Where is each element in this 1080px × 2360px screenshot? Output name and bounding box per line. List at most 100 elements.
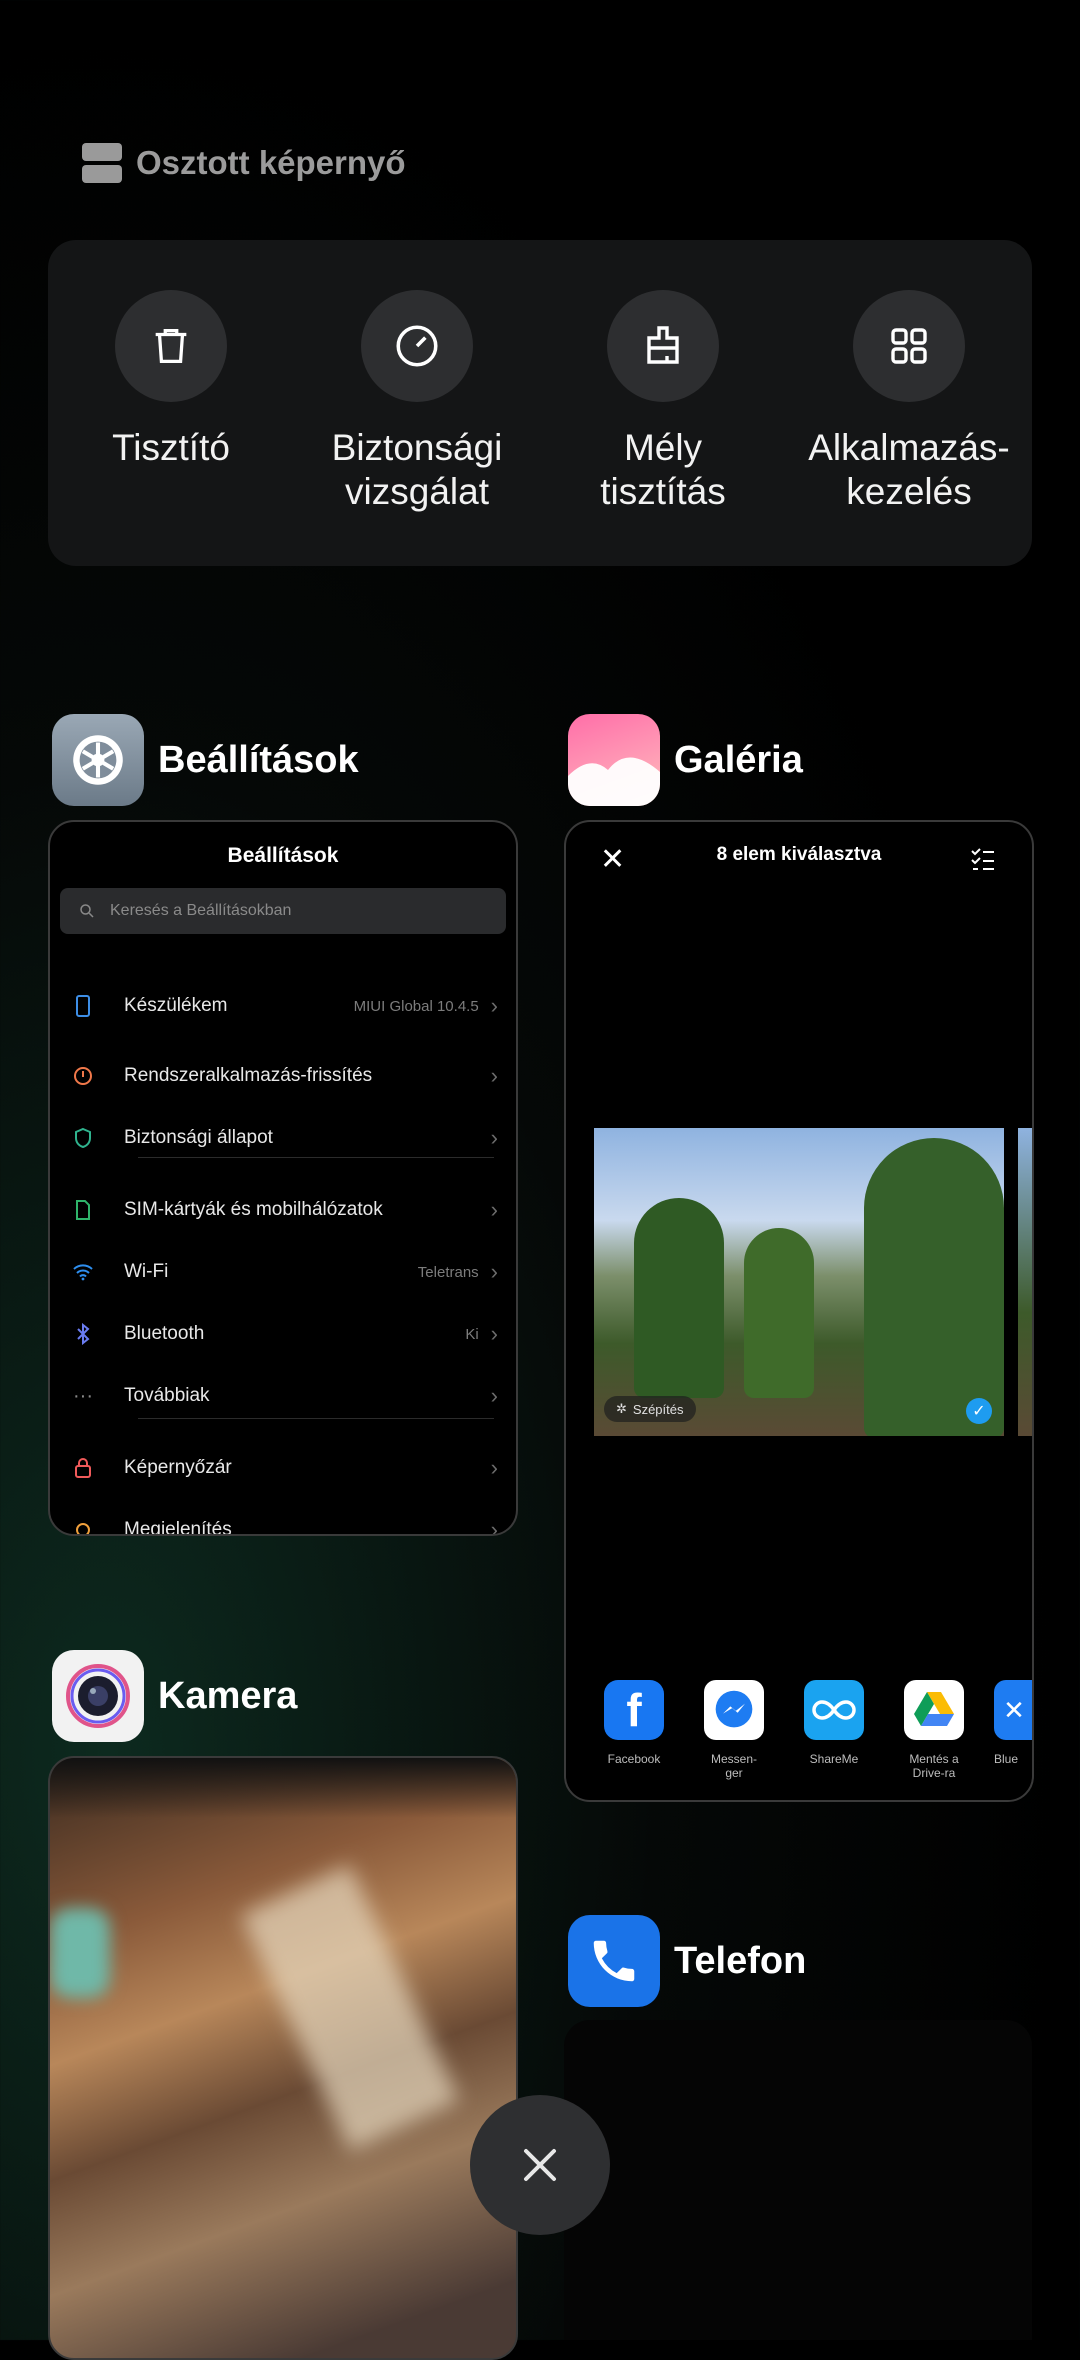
shareme-icon — [804, 1680, 864, 1740]
select-all-icon[interactable] — [970, 846, 996, 877]
chevron-right-icon: › — [490, 1517, 498, 1536]
row-label: Képernyőzár — [124, 1457, 232, 1478]
split-screen-label: Osztott képernyő — [136, 144, 406, 181]
recent-app-camera-header[interactable]: Kamera — [52, 1650, 297, 1742]
app-name: Kamera — [158, 1674, 298, 1717]
badge-label: Szépítés — [632, 1401, 684, 1417]
row-label: Készülékem — [124, 995, 228, 1016]
row-label: Rendszeralkalmazás-frissítés — [124, 1065, 373, 1086]
settings-gear-icon — [52, 714, 144, 806]
recent-app-gallery-header[interactable]: Galéria — [568, 714, 803, 806]
shield-icon — [68, 1127, 98, 1149]
share-bluetooth[interactable]: ✕ Blue — [994, 1680, 1032, 1766]
tree-shape — [744, 1228, 814, 1398]
row-value: Teletrans — [417, 1263, 479, 1281]
settings-row-sim[interactable]: SIM-kártyák és mobilhálózatok › — [50, 1190, 516, 1230]
tool-label: Mély tisztítás — [600, 427, 726, 512]
google-drive-icon — [904, 1680, 964, 1740]
tool-label: Alkalmazás- kezelés — [808, 427, 1010, 512]
divider — [138, 1157, 494, 1158]
tree-shape — [864, 1138, 1004, 1436]
phone-icon — [68, 995, 98, 1017]
tool-deep-clean[interactable]: Mély tisztítás — [540, 290, 786, 514]
tool-app-manager[interactable]: Alkalmazás- kezelés — [786, 290, 1032, 514]
gallery-preview-card[interactable]: ✕ 8 elem kiválasztva ✲ Szépítés ✓ f Faceb… — [564, 820, 1034, 1802]
settings-row-wifi[interactable]: Wi-Fi Teletrans › — [50, 1252, 516, 1292]
next-photo-peek[interactable] — [1018, 1128, 1032, 1436]
tree-shape — [634, 1198, 724, 1398]
more-dots-icon: ··· — [73, 1384, 93, 1407]
security-scan-icon — [361, 290, 473, 402]
camera-preview-card[interactable] — [48, 1756, 518, 2360]
settings-preview-card[interactable]: Beállítások Keresés a Beállításokban Kés… — [48, 820, 518, 1536]
share-messenger[interactable]: Messen- ger — [694, 1680, 774, 1780]
share-shareme[interactable]: ShareMe — [794, 1680, 874, 1766]
chevron-right-icon: › — [490, 1063, 498, 1088]
row-value: Ki — [465, 1325, 479, 1343]
recent-app-phone-header[interactable]: Telefon — [568, 1915, 806, 2007]
tool-cleaner[interactable]: Tisztító — [48, 290, 294, 470]
quick-tools-panel: Tisztító Biztonsági vizsgálat Mély tiszt… — [48, 240, 1032, 566]
camera-lens-icon — [52, 1650, 144, 1742]
share-label: Facebook — [607, 1752, 661, 1766]
lock-icon — [68, 1457, 98, 1479]
app-manager-icon — [853, 290, 965, 402]
row-label: Továbbiak — [124, 1385, 210, 1406]
selected-photo[interactable]: ✲ Szépítés ✓ — [594, 1128, 1004, 1436]
bluetooth-icon — [68, 1323, 98, 1345]
clear-all-button[interactable] — [470, 2095, 610, 2235]
tool-security-scan[interactable]: Biztonsági vizsgálat — [294, 290, 540, 514]
chevron-right-icon: › — [490, 1383, 498, 1408]
chevron-right-icon: › — [490, 993, 498, 1018]
row-label: Biztonsági állapot — [124, 1127, 273, 1148]
app-name: Telefon — [674, 1939, 807, 1982]
settings-row-lock-screen[interactable]: Képernyőzár › — [50, 1448, 516, 1488]
settings-row-system-update[interactable]: Rendszeralkalmazás-frissítés › — [50, 1056, 516, 1096]
settings-row-bluetooth[interactable]: Bluetooth Ki › — [50, 1314, 516, 1354]
settings-row-more[interactable]: ··· Továbbiak › — [50, 1376, 516, 1416]
share-facebook[interactable]: f Facebook — [594, 1680, 674, 1766]
share-label: Blue — [994, 1752, 1019, 1766]
messenger-icon — [704, 1680, 764, 1740]
facebook-icon: f — [604, 1680, 664, 1740]
settings-row-display[interactable]: Megjelenítés › — [50, 1510, 516, 1536]
blurred-object — [50, 1908, 110, 1998]
deep-clean-icon — [607, 290, 719, 402]
recent-app-settings-header[interactable]: Beállítások — [52, 714, 359, 806]
split-screen-button[interactable]: Osztott képernyő — [82, 140, 406, 186]
gallery-icon — [568, 714, 660, 806]
divider — [138, 1418, 494, 1419]
settings-title: Beállítások — [227, 844, 339, 867]
share-label: Messen- ger — [710, 1752, 757, 1780]
share-label: Mentés a Drive-ra — [909, 1752, 959, 1780]
close-icon — [524, 2149, 556, 2181]
beautify-badge[interactable]: ✲ Szépítés — [604, 1396, 696, 1422]
update-icon — [68, 1065, 98, 1087]
trash-icon — [115, 290, 227, 402]
display-icon — [68, 1519, 98, 1534]
row-value: MIUI Global 10.4.5 — [353, 997, 479, 1015]
blurred-object — [240, 1864, 460, 2152]
chevron-right-icon: › — [490, 1197, 498, 1222]
share-google-drive[interactable]: Mentés a Drive-ra — [894, 1680, 974, 1780]
search-placeholder: Keresés a Beállításokban — [110, 902, 292, 919]
row-label: SIM-kártyák és mobilhálózatok — [124, 1199, 383, 1220]
search-icon — [80, 904, 94, 918]
tool-label: Biztonsági vizsgálat — [331, 427, 503, 512]
phone-preview-card[interactable] — [564, 2020, 1032, 2340]
settings-search-bar[interactable]: Keresés a Beállításokban — [60, 888, 506, 934]
settings-row-security-status[interactable]: Biztonsági állapot › — [50, 1118, 516, 1158]
row-label: Bluetooth — [124, 1323, 205, 1344]
wifi-icon — [68, 1263, 98, 1281]
camera-top-bar — [50, 1758, 516, 1818]
sim-card-icon — [68, 1199, 98, 1221]
phone-handset-icon — [568, 1915, 660, 2007]
settings-row-device[interactable]: Készülékem MIUI Global 10.4.5 › — [50, 986, 516, 1026]
bluetooth-share-icon: ✕ — [994, 1680, 1032, 1740]
gallery-selection-title: 8 elem kiválasztva — [716, 844, 882, 865]
row-label: Megjelenítés — [124, 1519, 232, 1536]
chevron-right-icon: › — [490, 1455, 498, 1480]
chevron-right-icon: › — [490, 1125, 498, 1150]
selected-check-icon[interactable]: ✓ — [966, 1398, 992, 1424]
chevron-right-icon: › — [490, 1259, 498, 1284]
